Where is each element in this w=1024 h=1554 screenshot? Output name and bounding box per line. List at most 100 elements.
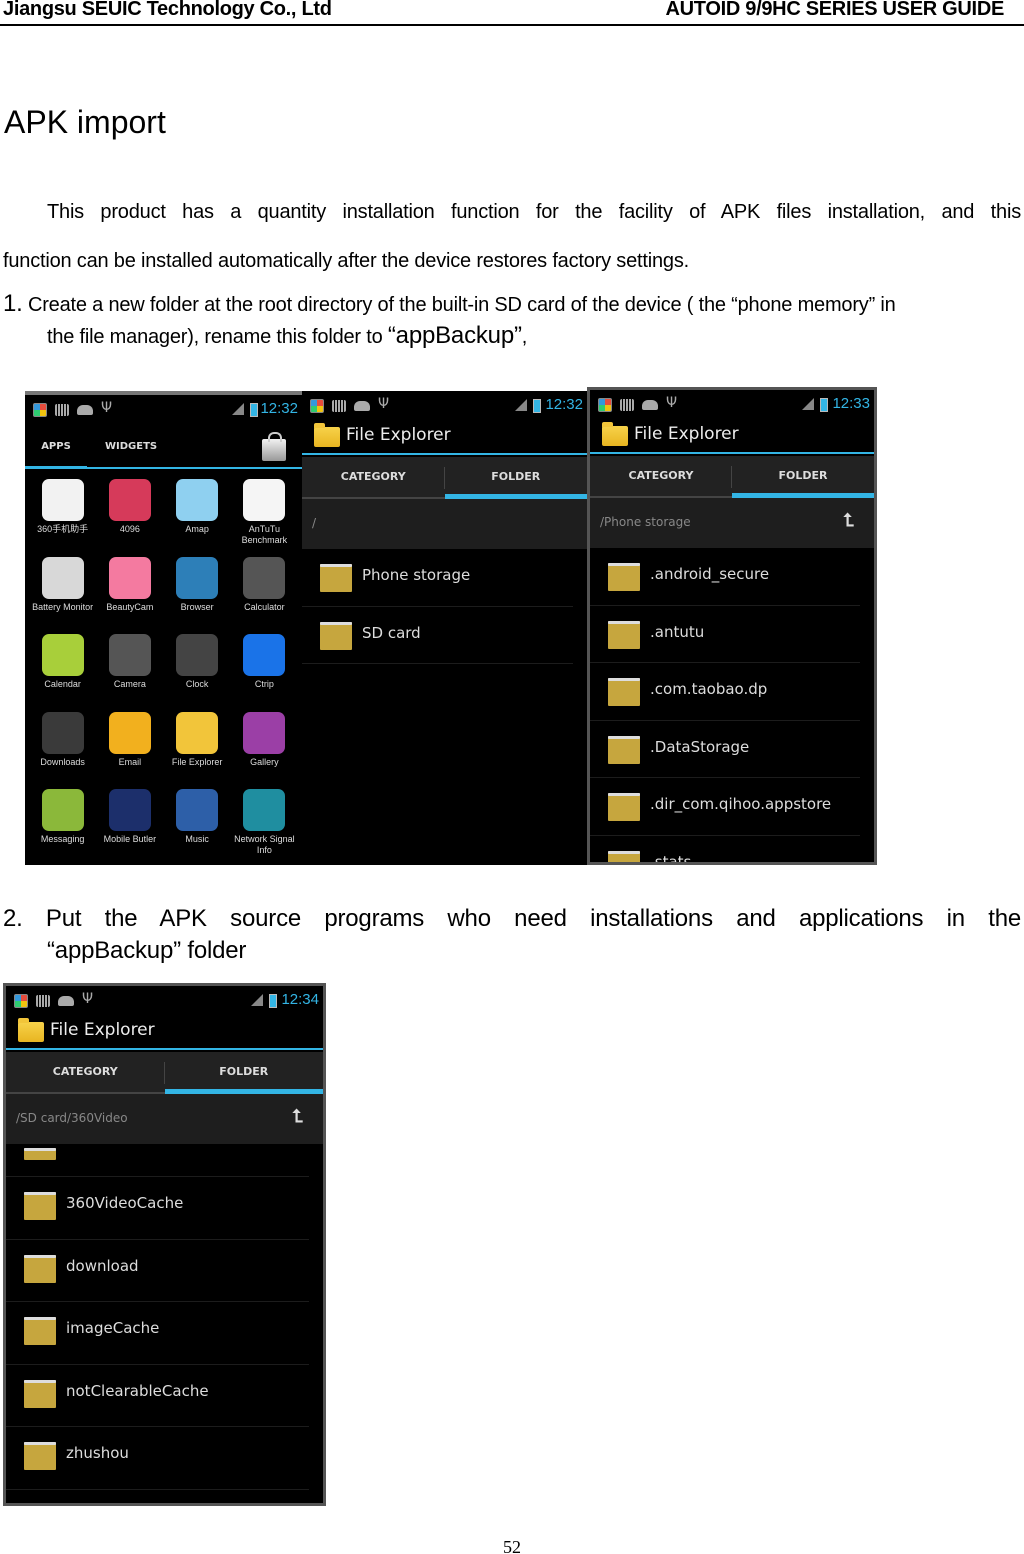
app-label: Calendar (44, 679, 81, 689)
folder-row[interactable]: .DataStorage (590, 721, 860, 778)
action-bar: File Explorer (6, 1016, 323, 1050)
app-grid: 360手机助手 4096 Amap AnTuTu Benchmark Battery M… (29, 475, 298, 863)
tab-category[interactable]: CATEGORY (302, 457, 445, 499)
folder-row[interactable]: zhushou (6, 1427, 309, 1490)
status-time: 12:33 (832, 395, 870, 412)
status-bar: Ψ 12:32 (302, 391, 587, 421)
tab-folder[interactable]: FOLDER (444, 457, 587, 499)
app-label: File Explorer (171, 756, 223, 767)
status-time: 12:34 (281, 991, 319, 1008)
play-store-icon[interactable] (262, 432, 286, 461)
folder-icon (608, 678, 640, 706)
app-launcher-item[interactable]: 4096 (96, 475, 163, 553)
app-label: Camera (113, 679, 146, 689)
tab-apps[interactable]: APPS (25, 425, 87, 469)
app-launcher-item[interactable]: Network Signal Info (231, 785, 298, 863)
app-label: Gallery (250, 756, 279, 767)
app-label: Battery Monitor (32, 601, 94, 612)
intro-line-1: This product has a quantity installation… (47, 201, 1021, 223)
folder-name: zhushou (66, 1444, 129, 1462)
app-launcher-item[interactable]: Ctrip (231, 630, 298, 708)
status-time: 12:32 (545, 396, 583, 413)
app-label: Downloads (40, 756, 85, 767)
folder-icon (24, 1254, 56, 1283)
folder-name: SD card (362, 623, 421, 642)
barcode-icon (55, 404, 69, 416)
app-launcher-item[interactable]: Email (96, 708, 163, 786)
battery-icon (820, 398, 828, 412)
app-launcher-item[interactable]: 360手机助手 (29, 475, 96, 553)
folder-row[interactable]: Phone storage (302, 549, 573, 607)
folder-row[interactable]: .antutu (590, 606, 860, 663)
explorer-tabs: CATEGORY FOLDER (6, 1052, 323, 1094)
app-launcher-item[interactable]: Amap (164, 475, 231, 553)
app-launcher-item[interactable]: Music (164, 785, 231, 863)
folder-row[interactable]: .com.taobao.dp (590, 663, 860, 721)
app-launcher-item[interactable]: Gallery (231, 708, 298, 786)
tab-widgets[interactable]: WIDGETS (105, 425, 157, 469)
folder-row[interactable]: imageCache (6, 1302, 309, 1365)
partial-folder-row[interactable] (6, 1144, 309, 1177)
folder-row[interactable]: SD card (302, 607, 573, 664)
folder-icon (320, 564, 352, 592)
folder-row[interactable]: download (6, 1240, 309, 1302)
folder-row[interactable]: 360VideoCache (6, 1177, 309, 1240)
guide-title: AUTOID 9/9HC SERIES USER GUIDE (665, 0, 1005, 20)
tab-folder[interactable]: FOLDER (732, 456, 874, 498)
navigate-up-icon[interactable]: ⮤ (843, 510, 854, 531)
app-launcher-item[interactable]: Downloads (29, 708, 96, 786)
app-title: File Explorer (346, 425, 451, 445)
app-label: 360手机助手 (37, 524, 89, 534)
app-launcher-item[interactable]: Messaging (29, 785, 96, 863)
folder-row[interactable]: .android_secure (590, 548, 860, 606)
notification-app-icon (14, 994, 28, 1008)
folder-row[interactable]: .dir_com.qihoo.appstore (590, 778, 860, 836)
signal-icon (251, 994, 263, 1006)
app-launcher-item[interactable]: Browser (164, 553, 231, 631)
music-speaker-icon (176, 789, 219, 831)
folder-list: Phone storage SD card (302, 549, 587, 664)
battery-monitor-icon (41, 556, 84, 599)
tab-folder[interactable]: FOLDER (164, 1052, 323, 1094)
usb-icon: Ψ (101, 400, 113, 416)
app-launcher-item[interactable]: Camera (96, 630, 163, 708)
amap-icon (176, 479, 219, 521)
step-1-line-2: the file manager), rename this folder to… (47, 322, 1017, 351)
folder-name: download (66, 1256, 139, 1275)
step-1-text-2: the file manager), rename this folder to (47, 326, 388, 348)
folder-name: .stats (650, 852, 692, 865)
folder-name: .android_secure (650, 565, 770, 583)
status-bar: Ψ 12:32 (25, 395, 302, 425)
app-launcher-item[interactable]: Battery Monitor (29, 553, 96, 631)
app-launcher-item[interactable]: Calendar (29, 630, 96, 708)
status-bar: Ψ 12:33 (590, 390, 874, 420)
360-assistant-icon (41, 479, 84, 521)
app-label: Mobile Butler (103, 834, 157, 844)
app-label: BeautyCam (106, 601, 154, 612)
usb-icon: Ψ (666, 395, 678, 411)
calendar-icon (41, 634, 84, 676)
file-explorer-folder-icon (314, 423, 340, 447)
intro-line-2: function can be installed automatically … (3, 250, 689, 272)
tab-category[interactable]: CATEGORY (6, 1052, 165, 1094)
step-1-comma: , (521, 326, 528, 348)
folder-icon (608, 850, 640, 862)
current-path: / (312, 516, 317, 530)
beautycam-icon (108, 556, 151, 599)
folder-row[interactable]: .stats (590, 836, 860, 865)
app-launcher-item[interactable]: Calculator (231, 553, 298, 631)
app-launcher-item[interactable]: AnTuTu Benchmark (231, 475, 298, 553)
file-explorer-folder-icon (18, 1018, 44, 1042)
app-launcher-item[interactable]: BeautyCam (96, 553, 163, 631)
app-launcher-item[interactable]: Mobile Butler (96, 785, 163, 863)
folder-row[interactable]: notClearableCache (6, 1365, 309, 1427)
signal-icon (802, 398, 814, 410)
action-bar: File Explorer (590, 420, 874, 454)
email-icon (108, 711, 151, 754)
tab-category[interactable]: CATEGORY (590, 456, 732, 498)
app-launcher-item[interactable]: File Explorer (164, 708, 231, 786)
page-header: Jiangsu SEUIC Technology Co., Ltd AUTOID… (0, 0, 1024, 26)
navigate-up-icon[interactable]: ⮤ (292, 1106, 303, 1127)
app-launcher-item[interactable]: Clock (164, 630, 231, 708)
status-bar: Ψ 12:34 (6, 986, 323, 1016)
